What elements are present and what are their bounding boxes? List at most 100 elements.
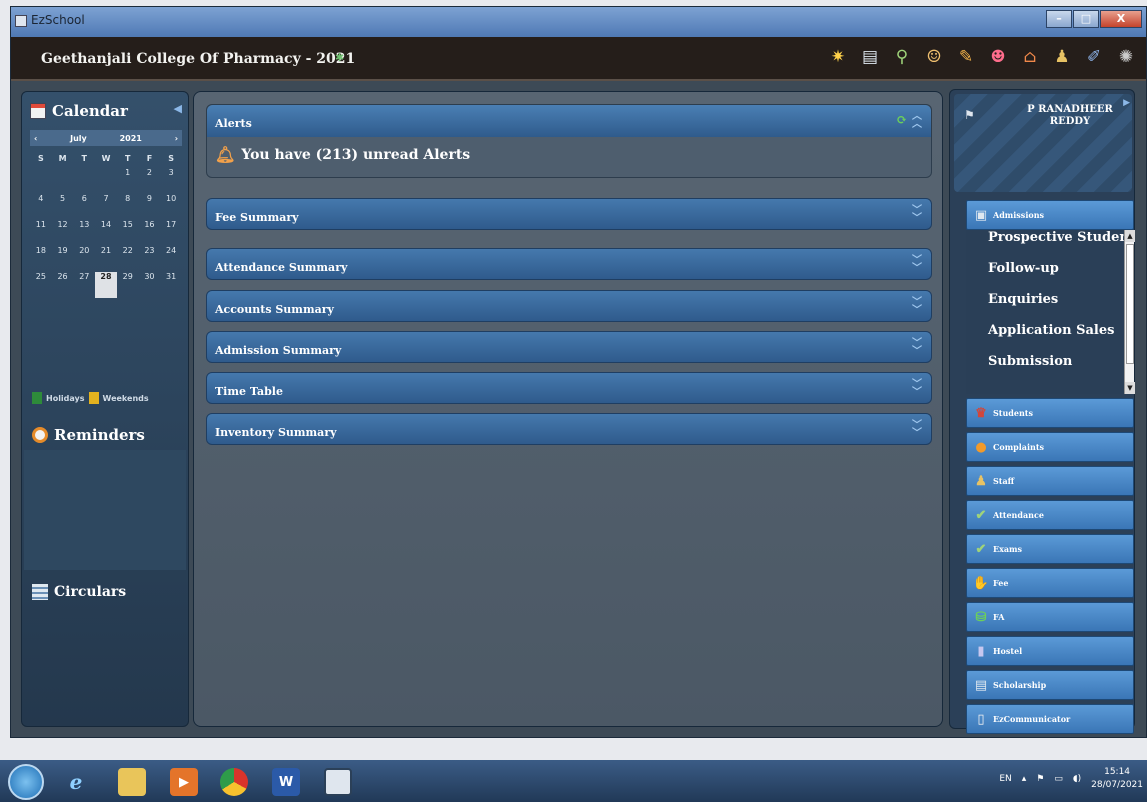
calendar-day[interactable]: 16 — [139, 220, 161, 246]
pencil-icon[interactable]: ✐ — [1082, 45, 1106, 69]
calendar-day[interactable]: 15 — [117, 220, 139, 246]
calendar-day[interactable]: 20 — [73, 246, 95, 272]
module-hostel[interactable]: ▮ Hostel — [966, 636, 1134, 666]
submenu-scrollbar[interactable]: ▲ ▼ — [1124, 230, 1135, 394]
calendar-day[interactable]: 13 — [73, 220, 95, 246]
module-admissions[interactable]: ▣ Admissions — [966, 200, 1134, 230]
submenu-item[interactable]: Application Sales — [966, 323, 1134, 354]
calendar-day[interactable]: 8 — [117, 194, 139, 220]
expand-chevron-icon[interactable]: ﹀ ﹀ — [911, 339, 923, 357]
next-month-icon[interactable]: › — [175, 134, 178, 143]
chrome-icon[interactable] — [220, 768, 248, 796]
reminders-heading[interactable]: Reminders — [32, 426, 145, 444]
calendar-day[interactable]: 12 — [52, 220, 74, 246]
section-time-table[interactable]: Time Table ﹀ ﹀ — [206, 372, 932, 404]
module-complaints[interactable]: ● Complaints — [966, 432, 1134, 462]
flag-icon[interactable]: ⚑ — [1036, 774, 1044, 784]
calendar-day[interactable]: 1 — [117, 168, 139, 194]
start-button[interactable] — [8, 764, 44, 800]
ezschool-task-icon[interactable] — [324, 768, 352, 796]
ie-icon[interactable]: ℯ — [62, 768, 90, 796]
module-fee[interactable]: ✋ Fee — [966, 568, 1134, 598]
calendar-day[interactable]: 4 — [30, 194, 52, 220]
gear-sparkle-icon[interactable]: ✷ — [826, 45, 850, 69]
palette-icon[interactable]: ✎ — [954, 45, 978, 69]
section-accounts-summary[interactable]: Accounts Summary ﹀ ﹀ — [206, 290, 932, 322]
calendar-day[interactable]: 31 — [160, 272, 182, 298]
network-icon[interactable]: ▭ — [1054, 774, 1063, 784]
calendar-day[interactable]: 29 — [117, 272, 139, 298]
submenu-item[interactable]: Prospective Students — [966, 230, 1134, 261]
calendar-day[interactable]: 2 — [139, 168, 161, 194]
collapse-left-icon[interactable]: ◀ — [174, 102, 182, 115]
calendar-day[interactable]: 18 — [30, 246, 52, 272]
calendar-day[interactable]: 23 — [139, 246, 161, 272]
calendar-day[interactable]: 3 — [160, 168, 182, 194]
newspaper-icon[interactable]: ▤ — [858, 45, 882, 69]
module-fa[interactable]: ⛁ FA — [966, 602, 1134, 632]
calendar-month[interactable]: July — [70, 134, 87, 143]
refresh-icon[interactable]: ⟳ — [896, 113, 907, 128]
close-button[interactable]: X — [1100, 10, 1142, 28]
section-inventory-summary[interactable]: Inventory Summary ﹀ ﹀ — [206, 413, 932, 445]
calendar-day[interactable]: 27 — [73, 272, 95, 298]
submenu-item[interactable]: Submission — [966, 354, 1134, 385]
expand-chevron-icon[interactable]: ﹀ ﹀ — [911, 421, 923, 439]
calendar-day[interactable]: 25 — [30, 272, 52, 298]
module-attendance[interactable]: ✔ Attendance — [966, 500, 1134, 530]
expand-chevron-icon[interactable]: ﹀ ﹀ — [911, 256, 923, 274]
alerts-header[interactable]: Alerts ⟳ ︿ ︿ — [207, 105, 931, 137]
submenu-item[interactable]: Enquiries — [966, 292, 1134, 323]
expand-chevron-icon[interactable]: ﹀ ﹀ — [911, 298, 923, 316]
scroll-thumb[interactable] — [1126, 244, 1134, 364]
module-ezcommunicator[interactable]: ▯ EzCommunicator — [966, 704, 1134, 734]
calendar-year[interactable]: 2021 — [120, 134, 142, 143]
section-attendance-summary[interactable]: Attendance Summary ﹀ ﹀ — [206, 248, 932, 280]
clock[interactable]: 15:14 28/07/2021 — [1091, 766, 1143, 792]
alert-message[interactable]: 🔔︎ You have (213) unread Alerts — [215, 145, 470, 164]
word-icon[interactable]: W — [272, 768, 300, 796]
calendar-day[interactable]: 5 — [52, 194, 74, 220]
people-icon[interactable]: ☺ — [922, 45, 946, 69]
language-indicator[interactable]: EN — [999, 774, 1011, 784]
calendar-day[interactable]: 30 — [139, 272, 161, 298]
scroll-up-icon[interactable]: ▲ — [1125, 230, 1135, 242]
tray-expand-icon[interactable]: ▴ — [1022, 774, 1027, 784]
calendar-day[interactable]: 19 — [52, 246, 74, 272]
calendar-day[interactable]: 21 — [95, 246, 117, 272]
window-titlebar[interactable]: EzSchool – □ X — [11, 7, 1146, 37]
calendar-day[interactable]: 6 — [73, 194, 95, 220]
circulars-heading[interactable]: Circulars — [32, 584, 126, 600]
expand-chevron-icon[interactable]: ﹀ ﹀ — [911, 206, 923, 224]
home-icon[interactable]: ⌂ — [1018, 45, 1042, 69]
calendar-day[interactable]: 24 — [160, 246, 182, 272]
calendar-day[interactable]: 9 — [139, 194, 161, 220]
volume-icon[interactable]: ◖) — [1073, 774, 1081, 784]
module-students[interactable]: ♛ Students — [966, 398, 1134, 428]
minimize-button[interactable]: – — [1046, 10, 1072, 28]
section-fee-summary[interactable]: Fee Summary ﹀ ﹀ — [206, 198, 932, 230]
module-scholarship[interactable]: ▤ Scholarship — [966, 670, 1134, 700]
media-player-icon[interactable]: ▶ — [170, 768, 198, 796]
module-staff[interactable]: ♟ Staff — [966, 466, 1134, 496]
prev-month-icon[interactable]: ‹ — [34, 134, 37, 143]
maximize-button[interactable]: □ — [1073, 10, 1099, 28]
folder-icon[interactable] — [118, 768, 146, 796]
module-exams[interactable]: ✔ Exams — [966, 534, 1134, 564]
calendar-day[interactable]: 28 — [95, 272, 117, 298]
scroll-down-icon[interactable]: ▼ — [1125, 382, 1135, 394]
spinner-icon[interactable]: ✺ — [1114, 45, 1138, 69]
collapse-right-icon[interactable]: ▶ — [1123, 98, 1130, 108]
calendar-day[interactable]: 11 — [30, 220, 52, 246]
calendar-day[interactable]: 10 — [160, 194, 182, 220]
section-admission-summary[interactable]: Admission Summary ﹀ ﹀ — [206, 331, 932, 363]
calendar-day[interactable]: 14 — [95, 220, 117, 246]
calendar-day[interactable]: 26 — [52, 272, 74, 298]
calculator-face-icon[interactable]: ☻ — [986, 45, 1010, 69]
submenu-item[interactable]: Follow-up — [966, 261, 1134, 292]
calendar-day[interactable]: 7 — [95, 194, 117, 220]
collapse-chevron-icon[interactable]: ︿ ︿ — [911, 112, 923, 130]
calendar-day[interactable]: 22 — [117, 246, 139, 272]
person-icon[interactable]: ♟ — [1050, 45, 1074, 69]
magnifier-icon[interactable]: ⚲ — [890, 45, 914, 69]
